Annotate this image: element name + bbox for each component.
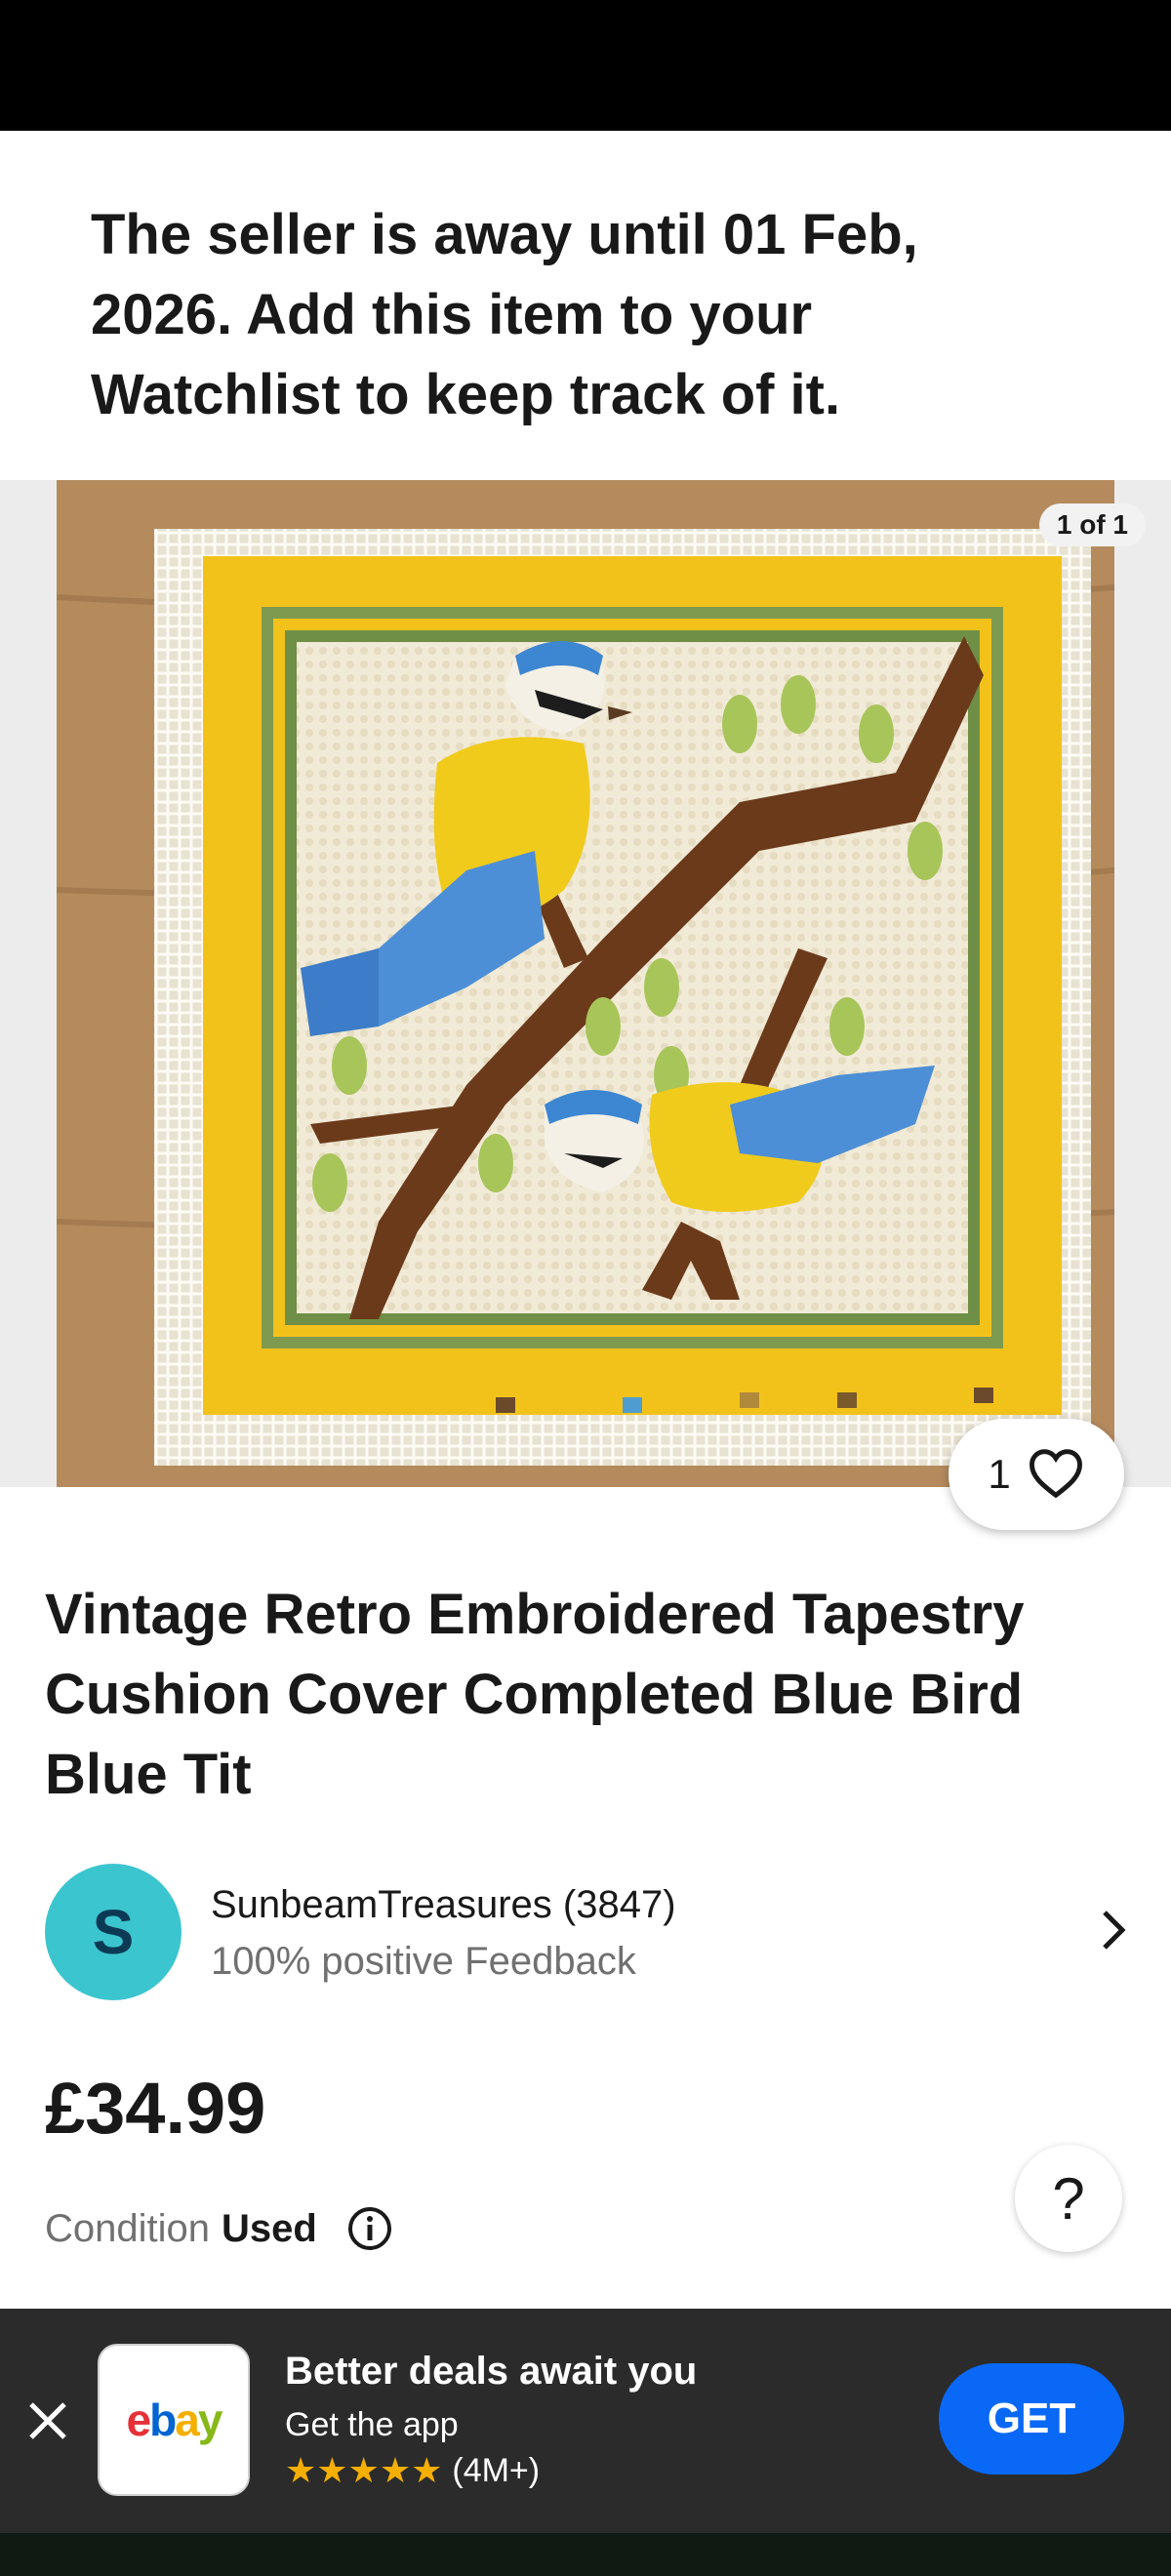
seller-away-message: The seller is away until 01 Feb, 2026. A… xyxy=(91,203,918,426)
listing-title: Vintage Retro Embroidered Tapestry Cushi… xyxy=(45,1583,1025,1806)
seller-name: SunbeamTreasures (3847) xyxy=(211,1883,676,1926)
condition-row: Condition Used xyxy=(45,2205,393,2252)
rating-count: (4M+) xyxy=(452,2451,541,2489)
seller-info-row[interactable]: S SunbeamTreasures (3847) 100% positive … xyxy=(45,1862,1128,2000)
condition-value: Used xyxy=(222,2206,317,2250)
heart-icon xyxy=(1027,1446,1085,1504)
item-price: £34.99 xyxy=(45,2068,266,2149)
ebay-logo: ebay xyxy=(98,2344,250,2496)
help-button[interactable]: ? xyxy=(1015,2145,1122,2252)
app-promo-headline: Better deals await you xyxy=(285,2350,698,2393)
tapestry-image xyxy=(57,480,1114,1487)
condition-label: Condition xyxy=(45,2206,211,2250)
item-photo[interactable] xyxy=(57,480,1114,1487)
image-gallery[interactable]: 1 of 1 xyxy=(0,480,1171,1487)
watch-count: 1 xyxy=(988,1451,1011,1497)
seller-feedback: 100% positive Feedback xyxy=(211,1940,636,1983)
image-counter: 1 of 1 xyxy=(1038,503,1146,546)
close-icon[interactable] xyxy=(25,2398,70,2448)
star-icon: ★★★★★ xyxy=(285,2450,443,2490)
seller-avatar: S xyxy=(45,1864,182,2000)
app-promo-subtext: Get the app xyxy=(285,2406,459,2443)
chevron-right-icon xyxy=(1099,1907,1128,1958)
app-rating: ★★★★★ (4M+) xyxy=(285,2451,540,2490)
info-icon[interactable] xyxy=(346,2205,393,2252)
app-promo-banner: ebay Better deals await you Get the app … xyxy=(0,2309,1171,2533)
watchlist-button[interactable]: 1 xyxy=(949,1419,1124,1530)
system-nav-bar xyxy=(0,2533,1171,2576)
status-bar xyxy=(0,0,1171,131)
get-app-button[interactable]: GET xyxy=(939,2363,1124,2475)
